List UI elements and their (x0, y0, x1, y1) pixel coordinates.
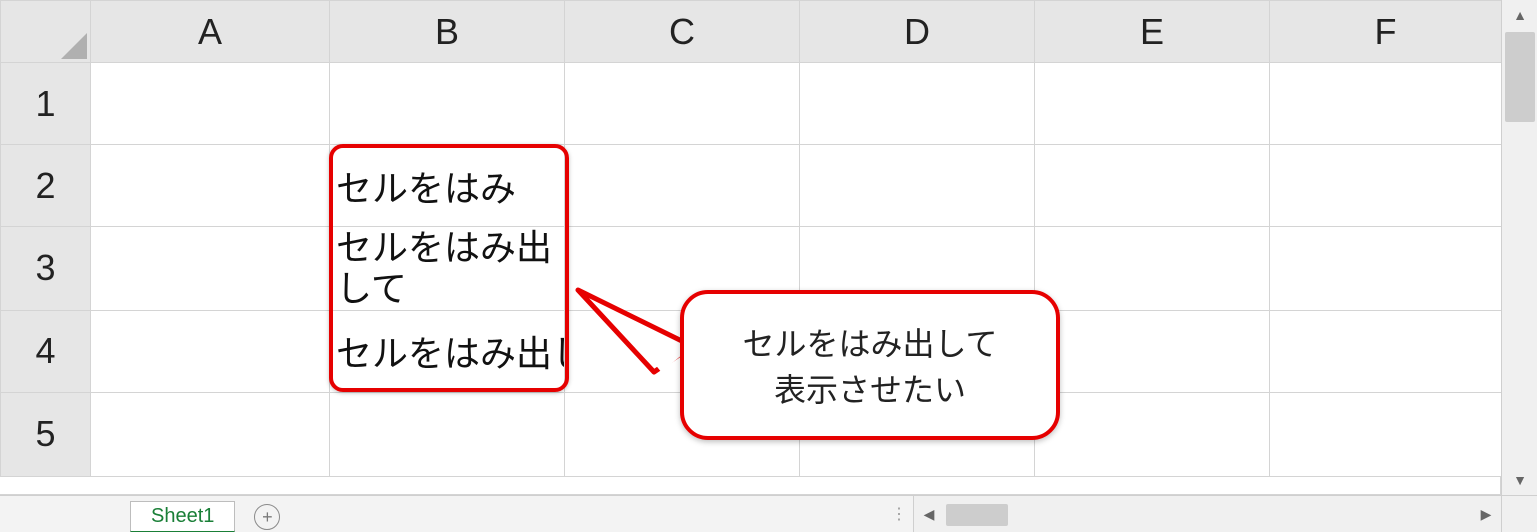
sheet-tab-1[interactable]: Sheet1 (130, 501, 235, 532)
row-header-3[interactable]: 3 (1, 227, 91, 311)
tab-strip-gripper[interactable]: ⋮ (885, 496, 913, 532)
cell-D2[interactable] (800, 145, 1035, 227)
cell-C2[interactable] (565, 145, 800, 227)
bottom-bar: Sheet1 + ⋮ ◀ ▶ (0, 495, 1537, 532)
scroll-right-button[interactable]: ▶ (1471, 501, 1501, 529)
cell-B2[interactable]: セルをはみ (330, 145, 565, 227)
cell-E5[interactable] (1035, 392, 1270, 476)
cell-A5[interactable] (91, 392, 330, 476)
cell-E2[interactable] (1035, 145, 1270, 227)
horizontal-scrollbar-track[interactable] (944, 501, 1471, 529)
cell-F2[interactable] (1270, 145, 1502, 227)
sheet-tab-strip: Sheet1 + (0, 496, 289, 532)
cell-F4[interactable] (1270, 310, 1502, 392)
vertical-scrollbar-thumb[interactable] (1505, 32, 1535, 122)
column-header-B[interactable]: B (330, 1, 565, 63)
horizontal-scrollbar[interactable]: ◀ ▶ (913, 496, 1501, 532)
cell-B1[interactable] (330, 63, 565, 145)
cell-A2[interactable] (91, 145, 330, 227)
horizontal-scrollbar-thumb[interactable] (946, 504, 1008, 526)
cell-A1[interactable] (91, 63, 330, 145)
row-header-2[interactable]: 2 (1, 145, 91, 227)
row-header-1[interactable]: 1 (1, 63, 91, 145)
cell-A3[interactable] (91, 227, 330, 311)
column-header-D[interactable]: D (800, 1, 1035, 63)
vertical-scrollbar[interactable]: ▲ ▼ (1501, 0, 1537, 495)
column-header-A[interactable]: A (91, 1, 330, 63)
callout-line2: 表示させたい (774, 365, 966, 411)
column-header-E[interactable]: E (1035, 1, 1270, 63)
callout-annotation: セルをはみ出して 表示させたい (680, 290, 1060, 440)
scroll-up-button[interactable]: ▲ (1503, 0, 1537, 30)
row-header-4[interactable]: 4 (1, 310, 91, 392)
cell-E4[interactable] (1035, 310, 1270, 392)
scroll-down-button[interactable]: ▼ (1503, 465, 1537, 495)
cell-F3[interactable] (1270, 227, 1502, 311)
scrollbar-corner (1501, 496, 1537, 532)
callout-line1: セルをはみ出して (742, 319, 997, 365)
worksheet-grid[interactable]: A B C D E F 1 2 セルをはみ (0, 0, 1501, 495)
cell-C1[interactable] (565, 63, 800, 145)
cell-D1[interactable] (800, 63, 1035, 145)
cell-B3[interactable]: セルをはみ出して (330, 227, 565, 311)
column-header-F[interactable]: F (1270, 1, 1502, 63)
cell-E1[interactable] (1035, 63, 1270, 145)
plus-icon: + (254, 504, 280, 530)
select-all-corner[interactable] (1, 1, 91, 63)
cell-B4[interactable]: セルをはみ出して表示する (330, 310, 565, 392)
cell-A4[interactable] (91, 310, 330, 392)
scroll-left-button[interactable]: ◀ (914, 501, 944, 529)
cell-B5[interactable] (330, 392, 565, 476)
cell-E3[interactable] (1035, 227, 1270, 311)
callout-tail-icon (574, 286, 694, 376)
row-header-5[interactable]: 5 (1, 392, 91, 476)
new-sheet-button[interactable]: + (245, 501, 289, 532)
cell-F1[interactable] (1270, 63, 1502, 145)
column-header-C[interactable]: C (565, 1, 800, 63)
cell-F5[interactable] (1270, 392, 1502, 476)
